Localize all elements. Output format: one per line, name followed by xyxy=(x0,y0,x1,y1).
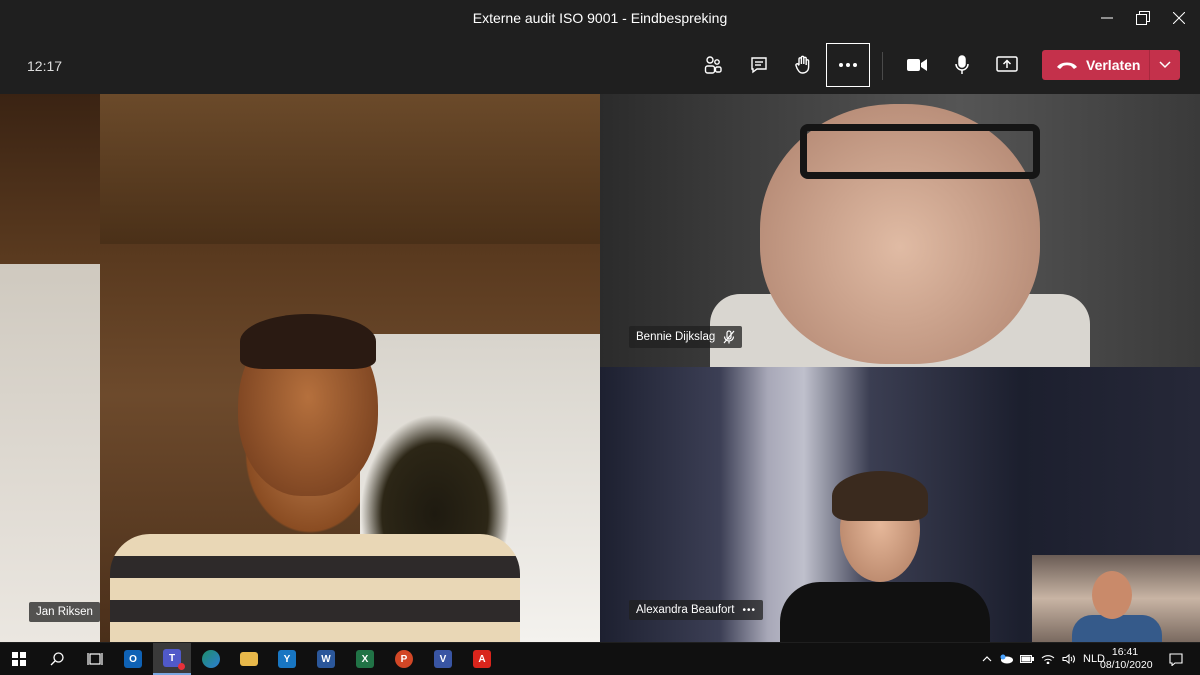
edge-beta-icon xyxy=(202,650,220,668)
participant-name: Alexandra Beaufort xyxy=(636,604,735,616)
camera-button[interactable] xyxy=(895,43,939,87)
taskbar-visio[interactable]: V xyxy=(424,643,462,675)
system-clock[interactable]: 16:41 08/10/2020 xyxy=(1100,646,1153,672)
title-bar: Externe audit ISO 9001 - Eindbespreking xyxy=(0,0,1200,36)
participant-name-tag: Bennie Dijkslag xyxy=(629,326,743,348)
taskbar-file-explorer[interactable] xyxy=(230,643,268,675)
leave-label: Verlaten xyxy=(1086,57,1141,73)
window-title: Externe audit ISO 9001 - Eindbespreking xyxy=(472,10,728,26)
system-time: 16:41 xyxy=(1111,646,1139,658)
more-options-icon xyxy=(839,63,857,67)
background-window xyxy=(0,264,100,642)
background-ceiling xyxy=(100,94,600,244)
file-explorer-icon xyxy=(240,652,258,666)
word-icon: W xyxy=(317,650,335,668)
participant-name-tag: Alexandra Beaufort ••• xyxy=(629,600,763,620)
self-body xyxy=(1072,615,1162,642)
taskbar-word[interactable]: W xyxy=(307,643,345,675)
yammer-icon: Y xyxy=(278,650,296,668)
participants-button[interactable] xyxy=(691,43,735,87)
search-icon xyxy=(50,652,64,666)
chevron-down-icon xyxy=(1159,61,1171,69)
meeting-toolbar: 12:17 Verlaten xyxy=(0,36,1200,94)
chat-icon xyxy=(751,57,767,74)
participant-glasses xyxy=(800,124,1040,179)
camera-icon xyxy=(907,59,927,71)
close-icon xyxy=(1173,12,1185,24)
share-screen-button[interactable] xyxy=(985,43,1029,87)
leave-options-button[interactable] xyxy=(1149,50,1180,80)
taskbar-powerpoint[interactable]: P xyxy=(385,643,423,675)
self-video-preview[interactable] xyxy=(1032,555,1200,642)
raise-hand-icon xyxy=(795,55,810,74)
call-duration: 12:17 xyxy=(27,58,63,74)
restore-icon xyxy=(1136,11,1150,25)
task-view-button[interactable] xyxy=(76,643,114,675)
visio-icon: V xyxy=(434,650,452,668)
excel-icon: X xyxy=(356,650,374,668)
windows-taskbar: O T Y W X P V A NLD 16:41 08/10/2020 xyxy=(0,643,1200,675)
taskbar-edge-beta[interactable] xyxy=(192,643,230,675)
wifi-icon[interactable] xyxy=(1041,654,1055,664)
outlook-icon: O xyxy=(124,650,142,668)
powerpoint-icon: P xyxy=(395,650,413,668)
system-date: 08/10/2020 xyxy=(1100,659,1153,671)
windows-start-icon xyxy=(12,652,26,666)
participant-body xyxy=(110,534,520,642)
onedrive-icon[interactable] xyxy=(999,654,1013,664)
task-view-icon xyxy=(87,653,103,665)
participant-hair xyxy=(832,471,928,521)
start-button[interactable] xyxy=(0,643,38,675)
participant-body xyxy=(780,582,990,642)
taskbar-outlook[interactable]: O xyxy=(114,643,152,675)
volume-icon[interactable] xyxy=(1062,654,1076,664)
notifications-icon xyxy=(1169,652,1183,666)
self-face xyxy=(1092,571,1132,619)
participant-name: Bennie Dijkslag xyxy=(636,331,716,343)
chat-button[interactable] xyxy=(737,43,781,87)
minimize-icon xyxy=(1101,17,1113,19)
action-center-button[interactable] xyxy=(1157,643,1195,675)
battery-icon[interactable] xyxy=(1020,655,1034,663)
toolbar-divider xyxy=(882,52,883,80)
microphone-button[interactable] xyxy=(940,43,984,87)
taskbar-teams[interactable]: T xyxy=(153,643,191,675)
leave-button[interactable]: Verlaten xyxy=(1042,50,1180,80)
search-button[interactable] xyxy=(38,643,76,675)
hang-up-icon xyxy=(1057,62,1077,69)
participant-more-button[interactable]: ••• xyxy=(742,605,756,616)
taskbar-yammer[interactable]: Y xyxy=(268,643,306,675)
video-tile-bennie-dijkslag[interactable]: Bennie Dijkslag xyxy=(600,94,1200,367)
participant-hair xyxy=(240,314,376,369)
teams-icon: T xyxy=(163,649,185,670)
acrobat-icon: A xyxy=(473,650,491,668)
microphone-icon xyxy=(955,55,969,74)
taskbar-acrobat[interactable]: A xyxy=(463,643,501,675)
participant-name: Jan Riksen xyxy=(36,606,93,618)
close-button[interactable] xyxy=(1156,4,1200,32)
taskbar-excel[interactable]: X xyxy=(346,643,384,675)
participant-name-tag: Jan Riksen xyxy=(29,602,100,622)
muted-microphone-icon xyxy=(723,330,735,344)
share-screen-icon xyxy=(996,56,1018,72)
system-tray: NLD xyxy=(982,643,1105,675)
raise-hand-button[interactable] xyxy=(781,43,825,87)
show-hidden-icons-icon[interactable] xyxy=(982,656,992,662)
more-options-button[interactable] xyxy=(826,43,870,87)
participants-icon xyxy=(704,56,722,74)
video-tile-jan-riksen[interactable]: Jan Riksen xyxy=(0,94,600,642)
